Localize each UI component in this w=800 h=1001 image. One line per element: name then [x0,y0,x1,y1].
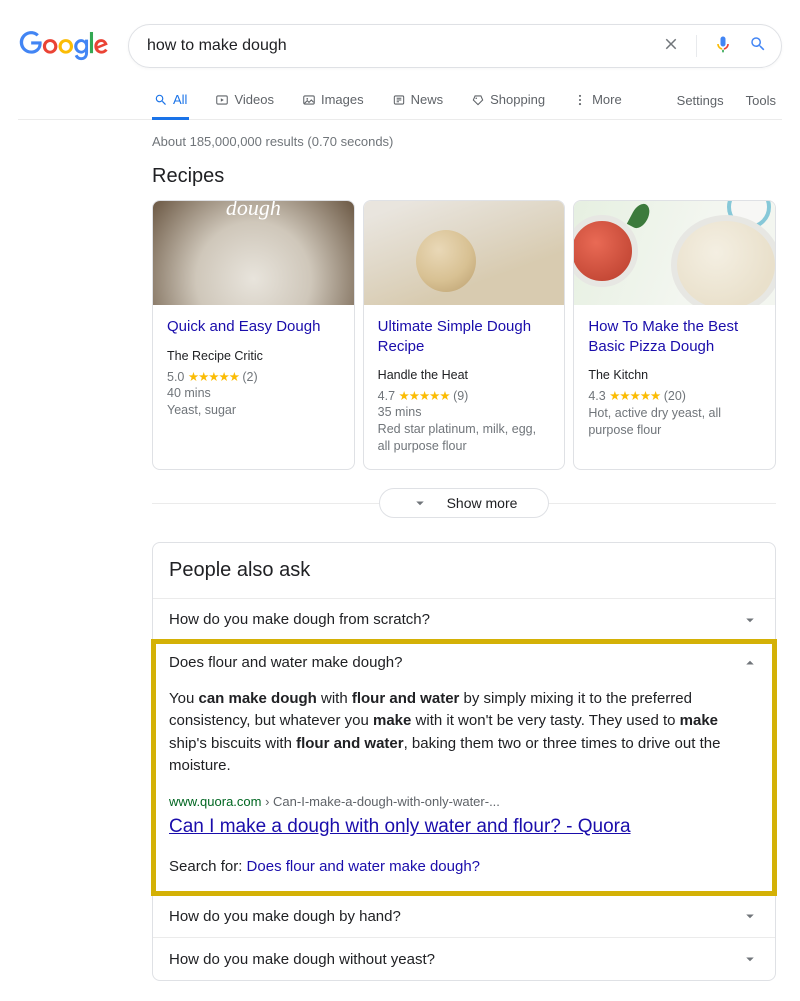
recipe-rating: 4.3 ★★★★★ (20) [588,388,761,403]
paa-search-for: Search for: Does flour and water make do… [169,856,759,879]
recipe-rating: 4.7 ★★★★★ (9) [378,388,551,403]
recipe-image [574,201,775,305]
paa-question-text: How do you make dough without yeast? [169,951,435,968]
paa-question[interactable]: Does flour and water make dough? [153,642,775,684]
google-logo[interactable] [18,31,110,61]
tab-news[interactable]: News [390,82,446,119]
recipe-image: dough [153,201,354,305]
recipe-image [364,201,565,305]
recipe-title: Quick and Easy Dough [167,317,340,337]
search-box[interactable] [128,24,782,68]
tab-all[interactable]: All [152,82,189,120]
paa-question[interactable]: How do you make dough without yeast? [153,938,775,980]
recipe-source: The Kitchn [588,368,761,382]
recipe-title: How To Make the Best Basic Pizza Dough [588,317,761,356]
search-icon[interactable] [749,35,767,58]
search-input[interactable] [147,37,662,55]
result-stats: About 185,000,000 results (0.70 seconds) [152,120,776,165]
recipe-title: Ultimate Simple Dough Recipe [378,317,551,356]
paa-answer: You can make dough with flour and water … [153,684,775,895]
paa-search-for-link[interactable]: Does flour and water make dough? [247,858,480,875]
recipe-card[interactable]: dough Quick and Easy Dough The Recipe Cr… [152,200,355,470]
tab-more[interactable]: More [571,82,624,119]
recipe-source: Handle the Heat [378,368,551,382]
recipe-ingredients: Red star platinum, milk, egg, all purpos… [378,421,551,455]
paa-question-text: Does flour and water make dough? [169,654,402,671]
chevron-down-icon [741,950,759,968]
chevron-down-icon [741,907,759,925]
recipe-card[interactable]: Ultimate Simple Dough Recipe Handle the … [363,200,566,470]
recipe-source: The Recipe Critic [167,349,340,363]
tab-shopping[interactable]: Shopping [469,82,547,119]
settings-link[interactable]: Settings [677,93,724,108]
chevron-down-icon [741,611,759,629]
tab-more-label: More [592,92,622,107]
recipes-heading: Recipes [152,165,776,188]
recipe-time: 40 mins [167,386,340,400]
tools-link[interactable]: Tools [746,93,776,108]
recipe-rating: 5.0 ★★★★★ (2) [167,369,340,384]
people-also-ask: People also ask How do you make dough fr… [152,542,776,982]
paa-question-text: How do you make dough by hand? [169,908,401,925]
tab-videos[interactable]: Videos [213,82,276,119]
show-more-label: Show more [447,495,518,511]
voice-search-icon[interactable] [713,34,733,59]
clear-icon[interactable] [662,35,680,58]
paa-question[interactable]: How do you make dough from scratch? [153,599,775,641]
recipe-time: 35 mins [378,405,551,419]
divider [696,35,697,57]
tab-shopping-label: Shopping [490,92,545,107]
tab-news-label: News [411,92,444,107]
paa-question[interactable]: How do you make dough by hand? [153,895,775,937]
paa-question-text: How do you make dough from scratch? [169,611,430,628]
chevron-up-icon [741,654,759,672]
recipe-ingredients: Yeast, sugar [167,402,340,419]
show-more-button[interactable]: Show more [379,488,549,518]
paa-heading: People also ask [153,543,775,598]
tab-images[interactable]: Images [300,82,366,119]
tab-images-label: Images [321,92,364,107]
recipe-card[interactable]: How To Make the Best Basic Pizza Dough T… [573,200,776,470]
recipe-ingredients: Hot, active dry yeast, all purpose flour [588,405,761,439]
paa-citation: www.quora.com › Can-I-make-a-dough-with-… [169,792,759,812]
tab-all-label: All [173,92,187,107]
paa-result-link[interactable]: Can I make a dough with only water and f… [169,813,759,842]
tab-videos-label: Videos [234,92,274,107]
